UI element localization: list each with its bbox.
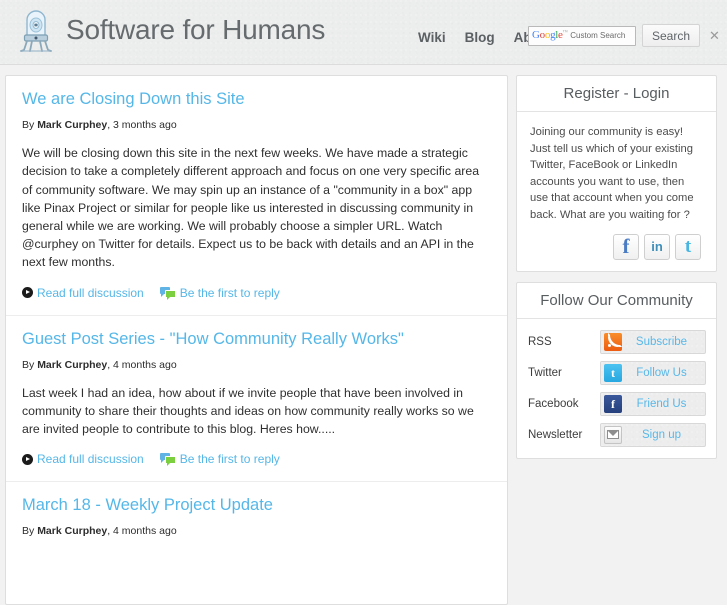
twitter-login-button[interactable]: t — [675, 233, 701, 260]
google-logo-icon: Google™ — [532, 29, 568, 41]
reply-link[interactable]: Be the first to reply — [159, 285, 280, 300]
robot-rocket-icon — [16, 6, 56, 54]
post-actions: Read full discussion Be the first to rep… — [22, 286, 491, 311]
speech-bubbles-icon — [159, 286, 176, 300]
post-timestamp: , 3 months ago — [107, 119, 177, 132]
twitter-follow-button[interactable]: t Follow Us — [600, 360, 706, 385]
byline-prefix: By — [22, 119, 35, 132]
post-author[interactable]: Mark Curphey — [37, 119, 107, 131]
site-header: Software for Humans Wiki Blog About Goog… — [0, 0, 727, 65]
post-byline: By Mark Curphey, 4 months ago — [22, 525, 491, 537]
facebook-friend-label: Friend Us — [636, 397, 687, 410]
post-title[interactable]: We are Closing Down this Site — [22, 90, 491, 108]
post-body: We will be closing down this site in the… — [22, 146, 480, 270]
post-timestamp: , 4 months ago — [107, 358, 177, 371]
byline-prefix: By — [22, 525, 35, 538]
brand[interactable]: Software for Humans — [16, 6, 325, 54]
post-author[interactable]: Mark Curphey — [37, 359, 107, 371]
twitter-icon: t — [604, 363, 622, 382]
follow-label-newsletter: Newsletter — [528, 428, 583, 441]
follow-community-body: RSS Subscribe Twitter t Follow Us Facebo… — [517, 319, 716, 458]
read-full-discussion-link[interactable]: Read full discussion — [22, 452, 144, 466]
newsletter-signup-button[interactable]: Sign up — [600, 422, 706, 447]
post-body: Last week I had an idea, how about if we… — [22, 385, 474, 437]
arrow-circle-icon — [22, 287, 33, 299]
register-login-text: Joining our community is easy! Just tell… — [530, 126, 694, 221]
read-full-discussion-label: Read full discussion — [37, 452, 144, 467]
post-timestamp: , 4 months ago — [107, 525, 177, 538]
follow-row-facebook: Facebook f Friend Us — [528, 391, 706, 416]
page-title: Software for Humans — [66, 14, 326, 45]
facebook-icon: f — [622, 234, 630, 259]
read-full-discussion-link[interactable]: Read full discussion — [22, 286, 144, 300]
arrow-circle-icon — [22, 453, 33, 465]
twitter-icon: t — [684, 236, 692, 258]
speech-bubbles-icon — [159, 453, 176, 467]
mail-icon — [604, 425, 622, 444]
search-button[interactable]: Search — [642, 24, 700, 47]
follow-community-header: Follow Our Community — [517, 283, 716, 319]
register-login-widget: Register - Login Joining our community i… — [516, 75, 717, 272]
rss-subscribe-label: Subscribe — [635, 335, 688, 348]
reply-label: Be the first to reply — [179, 452, 280, 467]
page-body: We are Closing Down this Site By Mark Cu… — [0, 65, 727, 605]
follow-row-rss: RSS Subscribe — [528, 329, 706, 354]
search-placeholder: Custom Search — [570, 31, 626, 40]
post-author[interactable]: Mark Curphey — [37, 525, 107, 537]
linkedin-login-button[interactable]: in — [644, 233, 670, 260]
close-icon[interactable]: ✕ — [708, 29, 721, 42]
follow-label-rss: RSS — [528, 335, 552, 348]
post-title[interactable]: March 18 - Weekly Project Update — [22, 496, 491, 514]
register-login-body: Joining our community is easy! Just tell… — [517, 112, 716, 271]
sidebar: Register - Login Joining our community i… — [516, 75, 717, 605]
reply-link[interactable]: Be the first to reply — [159, 452, 280, 467]
post-item: Guest Post Series - "How Community Reall… — [6, 316, 507, 483]
byline-prefix: By — [22, 358, 35, 371]
read-full-discussion-label: Read full discussion — [37, 285, 144, 300]
register-login-header: Register - Login — [517, 76, 716, 112]
facebook-friend-button[interactable]: f Friend Us — [600, 391, 706, 416]
search-input[interactable]: Google™ Custom Search — [528, 25, 636, 46]
post-actions: Read full discussion Be the first to rep… — [22, 452, 491, 477]
search-area: Google™ Custom Search Search ✕ — [528, 24, 721, 47]
twitter-follow-label: Follow Us — [636, 366, 687, 379]
follow-community-widget: Follow Our Community RSS Subscribe Twitt… — [516, 281, 717, 459]
post-byline: By Mark Curphey, 4 months ago — [22, 359, 491, 371]
newsletter-signup-label: Sign up — [641, 428, 681, 441]
post-list: We are Closing Down this Site By Mark Cu… — [5, 75, 508, 605]
nav-item-blog[interactable]: Blog — [465, 30, 495, 45]
linkedin-icon: in — [651, 239, 663, 255]
follow-row-newsletter: Newsletter Sign up — [528, 422, 706, 447]
follow-label-twitter: Twitter — [528, 366, 562, 379]
nav-item-wiki[interactable]: Wiki — [418, 30, 446, 45]
rss-icon — [604, 332, 622, 351]
post-item: March 18 - Weekly Project Update By Mark… — [6, 482, 507, 554]
reply-label: Be the first to reply — [179, 285, 280, 300]
post-title[interactable]: Guest Post Series - "How Community Reall… — [22, 330, 491, 348]
follow-label-facebook: Facebook — [528, 397, 579, 410]
follow-row-twitter: Twitter t Follow Us — [528, 360, 706, 385]
facebook-icon: f — [604, 394, 622, 413]
facebook-login-button[interactable]: f — [613, 233, 639, 260]
post-item: We are Closing Down this Site By Mark Cu… — [6, 76, 507, 316]
social-login-row: f in t — [530, 233, 703, 260]
post-byline: By Mark Curphey, 3 months ago — [22, 119, 491, 131]
rss-subscribe-button[interactable]: Subscribe — [600, 329, 706, 354]
